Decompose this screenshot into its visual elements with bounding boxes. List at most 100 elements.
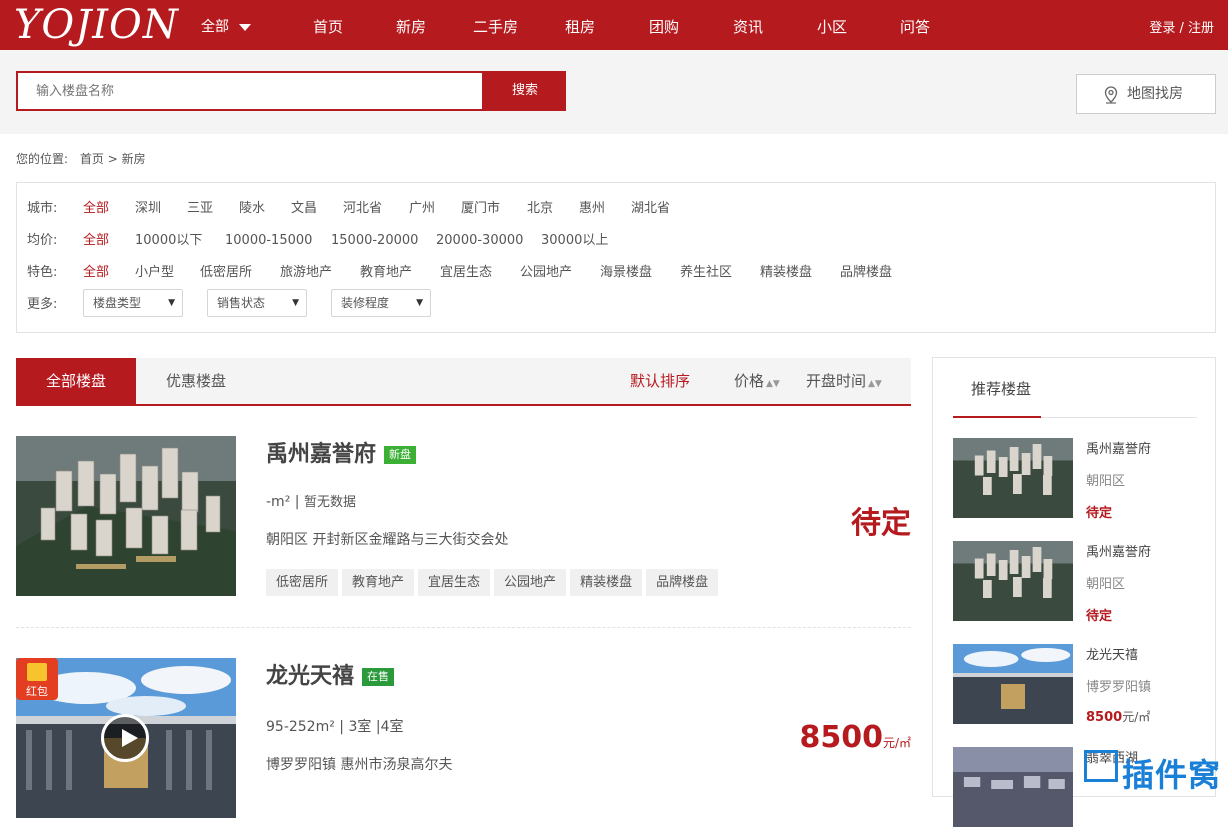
play-video-icon[interactable] [101,714,149,762]
filter-option[interactable]: 精装楼盘 [760,263,812,283]
search-bar: 搜索 地图找房 [0,50,1228,134]
sort-open-date[interactable]: 开盘时间 ▲▼ [806,358,882,404]
sort-price[interactable]: 价格 ▲▼ [734,358,780,404]
login-register-link[interactable]: 登录 / 注册 [1149,17,1214,36]
recommend-item[interactable]: 禹州嘉誉府 朝阳区 待定 [953,541,1197,624]
recommend-panel: 推荐楼盘 禹州嘉誉府 朝阳区 待定 禹州嘉誉府 朝阳区 待定 龙光天禧 博罗罗阳… [932,357,1216,827]
listing-card: 红包 龙光天禧 在售 95-252m² | 3室 |4室 博罗罗阳镇 惠州市汤泉高… [16,658,911,818]
nav-community[interactable]: 小区 [817,16,847,37]
filter-option[interactable]: 全部 [83,231,109,251]
sort-default[interactable]: 默认排序 [630,358,690,404]
filter-option[interactable]: 海景楼盘 [600,263,652,283]
red-packet-icon [27,663,47,681]
search-button[interactable]: 搜索 [484,71,566,111]
filter-option[interactable]: 三亚 [187,199,213,219]
recommend-name: 禹州嘉誉府 [1086,442,1152,457]
filter-option[interactable]: 文昌 [291,199,317,219]
filter-option[interactable]: 陵水 [239,199,265,219]
filter-option[interactable]: 小户型 [135,263,174,283]
red-packet-badge: 红包 [16,658,58,700]
listing-specs: -m² | 暂无数据 [266,491,356,510]
recommend-price: 待定 [1086,506,1113,521]
recommend-district: 博罗罗阳镇 [1086,680,1152,695]
listing-name[interactable]: 龙光天禧 在售 [266,658,395,690]
site-logo[interactable]: YOJION [14,0,179,50]
feature-tag: 公园地产 [494,569,567,596]
filter-option[interactable]: 30000以上 [541,231,608,251]
map-search-button[interactable]: 地图找房 [1076,74,1216,114]
map-pin-icon [1104,86,1118,104]
nav-new-homes[interactable]: 新房 [396,16,426,37]
recommend-district: 朝阳区 [1086,474,1126,489]
filter-option[interactable]: 养生社区 [680,263,732,283]
listing-photo[interactable]: 红包 [16,658,236,818]
recommend-price: 待定 [1086,609,1113,624]
filter-option[interactable]: 15000-20000 [331,231,418,251]
filter-option[interactable]: 20000-30000 [436,231,523,251]
caret-down-icon: ▼ [168,298,175,308]
recommend-photo [953,747,1073,827]
property-type-select[interactable]: 楼盘类型 ▼ [83,289,183,317]
nav-second-hand[interactable]: 二手房 [473,16,518,37]
recommend-item[interactable]: 龙光天禧 博罗罗阳镇 8500元/㎡ [953,644,1197,726]
breadcrumb-prefix: 您的位置: [16,152,69,166]
filter-option[interactable]: 广州 [409,199,435,219]
price-unit: 元/㎡ [882,736,911,750]
filter-option[interactable]: 全部 [83,199,109,219]
filter-option[interactable]: 10000-15000 [225,231,312,251]
breadcrumb-home[interactable]: 首页 [80,152,104,166]
filter-option[interactable]: 河北省 [343,199,382,219]
nav-rent[interactable]: 租房 [565,16,595,37]
feature-tag: 宜居生态 [418,569,491,596]
sort-open-date-label: 开盘时间 [806,372,867,390]
filter-option[interactable]: 公园地产 [520,263,572,283]
sale-status-select[interactable]: 销售状态 ▼ [207,289,307,317]
filter-option[interactable]: 全部 [83,263,109,283]
tab-all-properties[interactable]: 全部楼盘 [16,358,136,404]
filter-option[interactable]: 低密居所 [200,263,252,283]
select-value: 楼盘类型 [93,296,142,310]
decoration-select[interactable]: 装修程度 ▼ [331,289,431,317]
listing-divider [16,627,911,628]
filter-option[interactable]: 北京 [527,199,553,219]
tab-discount-properties[interactable]: 优惠楼盘 [136,358,256,404]
recommend-district: 朝阳区 [1086,577,1126,592]
filter-option[interactable]: 厦门市 [461,199,500,219]
nav-group-buy[interactable]: 团购 [649,16,679,37]
filter-label: 均价: [27,233,58,248]
watermark-text: 插件窝 [1122,756,1222,794]
nav-home[interactable]: 首页 [313,16,343,37]
listing-card: 禹州嘉誉府 新盘 -m² | 暂无数据 朝阳区 开封新区金耀路与三大街交会处 低密… [16,436,911,616]
filter-option[interactable]: 湖北省 [631,199,670,219]
listing-name-text: 龙光天禧 [266,664,355,689]
caret-down-icon: ▼ [416,298,423,308]
listing-photo[interactable] [16,436,236,596]
listing-address: 朝阳区 开封新区金耀路与三大街交会处 [266,532,509,548]
filter-option[interactable]: 宜居生态 [440,263,492,283]
feature-tag: 教育地产 [342,569,415,596]
nav-news[interactable]: 资讯 [733,16,763,37]
nav-qa[interactable]: 问答 [900,16,930,37]
scope-dropdown[interactable]: 全部 [201,16,251,36]
filter-option[interactable]: 品牌楼盘 [840,263,892,283]
recommend-photo [953,438,1073,518]
listing-name[interactable]: 禹州嘉誉府 新盘 [266,436,417,468]
listing-area: 95-252m² [266,719,335,735]
filter-option[interactable]: 惠州 [579,199,605,219]
listing-price: 待定 [851,506,911,541]
recommend-photo [953,644,1073,724]
filter-option[interactable]: 旅游地产 [280,263,332,283]
listing-specs: 95-252m² | 3室 |4室 [266,716,403,736]
watermark-logo-icon [1084,750,1118,782]
filter-option[interactable]: 深圳 [135,199,161,219]
building-photo-image [953,644,1073,724]
breadcrumb-current: 新房 [121,152,146,166]
recommend-item[interactable]: 禹州嘉誉府 朝阳区 待定 [953,438,1197,521]
aerial-render-image [953,438,1073,518]
status-badge: 新盘 [384,446,417,464]
caret-down-icon [239,23,251,31]
filter-option[interactable]: 10000以下 [135,231,202,251]
search-input[interactable] [18,73,482,109]
filter-option[interactable]: 教育地产 [360,263,412,283]
recommend-photo [953,541,1073,621]
